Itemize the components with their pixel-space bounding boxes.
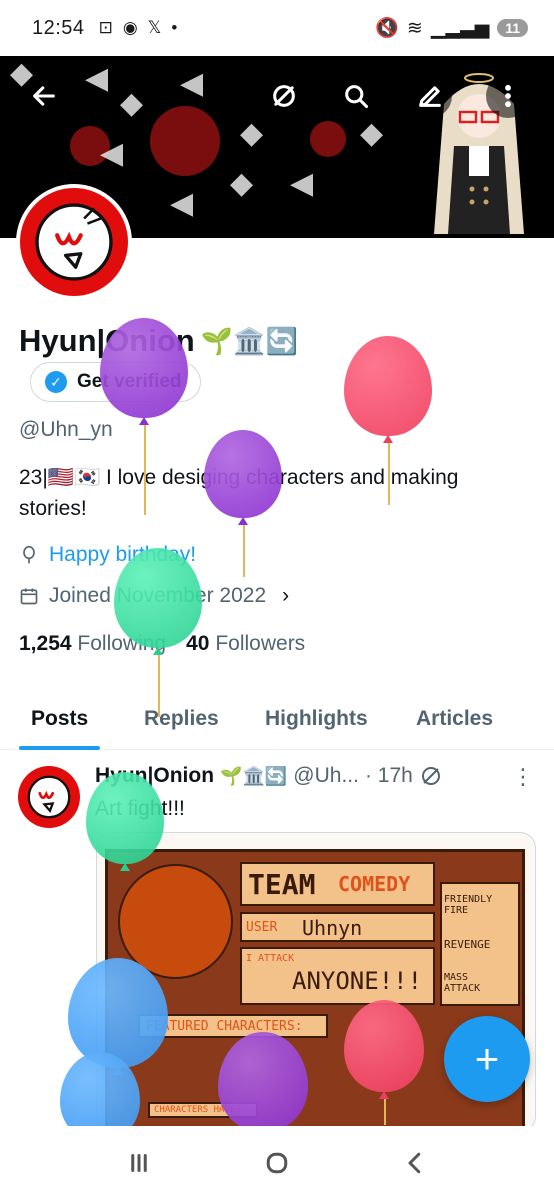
red-balloon	[344, 336, 432, 506]
home-button[interactable]	[262, 1148, 292, 1178]
avatar-face-art	[35, 203, 113, 281]
signal-icon: ▁▂▃▅	[430, 17, 490, 39]
green-balloon	[114, 548, 202, 718]
tab-posts[interactable]: Posts	[19, 688, 101, 750]
more-button[interactable]	[486, 74, 530, 118]
green-balloon	[86, 772, 164, 882]
avatar-face-art	[27, 775, 71, 819]
blue-balloon	[60, 1052, 140, 1142]
profile-avatar[interactable]	[16, 184, 132, 300]
status-bar: 12:54 ⊡ ◉ 𝕏 • 🔇 ≋ ▁▂▃▅ 11	[0, 0, 554, 56]
edit-button[interactable]	[408, 74, 452, 118]
arrow-left-icon	[33, 86, 55, 106]
battery-indicator: 11	[497, 19, 528, 37]
pencil-icon	[419, 86, 441, 107]
mute-icon: 🔇	[375, 18, 399, 39]
discord-icon: ◉	[122, 18, 138, 37]
purple-balloon	[100, 318, 188, 518]
search-icon	[345, 85, 369, 109]
followers-link[interactable]: 40 Followers	[186, 632, 305, 656]
dot-icon: •	[171, 18, 178, 37]
post-handle: @Uh...	[293, 764, 359, 787]
recent-apps-button[interactable]	[124, 1148, 154, 1178]
post-more-button[interactable]: ⋮	[512, 764, 534, 790]
chevron-right-icon: ›	[282, 584, 290, 607]
purple-balloon	[218, 1032, 308, 1132]
tab-articles[interactable]: Articles	[416, 688, 493, 750]
repost-button[interactable]	[262, 74, 306, 118]
compose-post-button[interactable]: +	[444, 1016, 530, 1102]
system-nav-bar	[0, 1126, 554, 1200]
search-button[interactable]	[334, 74, 378, 118]
active-tab-indicator	[19, 746, 101, 750]
post-avatar[interactable]	[18, 766, 80, 828]
status-time: 12:54	[32, 16, 85, 39]
purple-balloon	[204, 430, 282, 580]
screenshot-icon: ⊡	[98, 18, 113, 37]
back-button[interactable]	[22, 74, 66, 118]
red-balloon	[344, 1000, 424, 1126]
verified-badge-icon: ✓	[45, 371, 67, 393]
balloon-icon	[23, 545, 35, 564]
profile-tabs: Posts Replies Highlights Articles	[0, 688, 554, 750]
calendar-icon	[20, 588, 38, 605]
post-time: · 17h	[364, 764, 413, 787]
tab-highlights[interactable]: Highlights	[265, 688, 368, 750]
x-icon: 𝕏	[147, 18, 162, 37]
more-vertical-icon	[505, 84, 511, 108]
repost-off-icon	[273, 85, 295, 107]
repost-off-icon	[421, 767, 440, 785]
plus-icon: +	[474, 1035, 500, 1082]
back-nav-button[interactable]	[400, 1148, 430, 1178]
post-author-emoji: 🌱🏛️🔄	[220, 765, 288, 786]
name-emoji: 🌱🏛️🔄	[200, 325, 298, 356]
profile-handle: @Uhn_yn	[19, 418, 113, 441]
wifi-icon: ≋	[406, 17, 423, 39]
